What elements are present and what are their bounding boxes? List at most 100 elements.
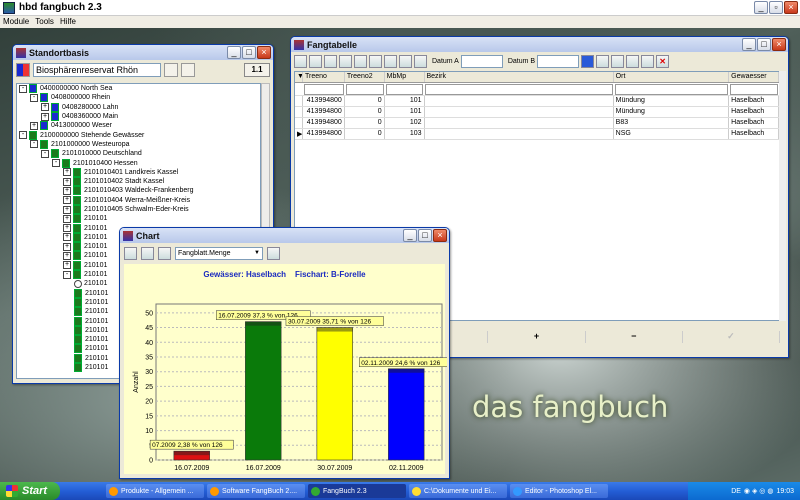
excel-icon[interactable] <box>611 54 625 68</box>
table-cell[interactable]: 413994800 <box>303 96 345 106</box>
collapse-icon[interactable]: - <box>63 270 71 279</box>
table-cell[interactable]: 413994800 <box>303 118 345 128</box>
expand-icon[interactable]: + <box>63 186 71 195</box>
expand-icon[interactable]: + <box>63 251 71 260</box>
import-icon[interactable] <box>339 54 352 68</box>
report-icon[interactable] <box>354 54 367 68</box>
col-header[interactable]: Bezirk <box>425 72 614 82</box>
taskbar-item[interactable]: C:\Dokumente und Ei... <box>409 484 507 498</box>
expand-icon[interactable]: + <box>63 261 71 270</box>
nav-post[interactable]: ✓ <box>683 331 781 343</box>
chart-field-select[interactable]: Fangblatt.Menge ▼ <box>175 246 263 260</box>
col-header[interactable]: Gewaesser <box>729 72 779 82</box>
print-icon[interactable] <box>141 246 154 260</box>
table-cell[interactable] <box>425 96 614 106</box>
col-header[interactable]: Treeno2 <box>345 72 385 82</box>
restore-button[interactable]: ▫ <box>769 1 783 14</box>
expand-icon[interactable]: + <box>30 121 38 130</box>
table-cell[interactable]: 413994800 <box>303 107 345 117</box>
taskbar-item[interactable]: Editor - Photoshop El... <box>510 484 608 498</box>
expand-icon[interactable]: + <box>63 224 71 233</box>
filter-cell[interactable] <box>730 84 778 95</box>
minimize-button[interactable]: _ <box>227 46 241 59</box>
expand-icon[interactable]: + <box>63 233 71 242</box>
collapse-icon[interactable]: - <box>52 159 60 168</box>
close-button[interactable]: × <box>433 229 447 242</box>
menu-module[interactable]: Module <box>0 16 32 28</box>
table-cell[interactable]: 101 <box>385 107 425 117</box>
minimize-button[interactable]: _ <box>754 1 768 14</box>
start-button[interactable]: Start <box>0 482 60 500</box>
table-row[interactable]: ▶ 413994800 0 103 NSG Haselbach <box>295 129 779 140</box>
collapse-icon[interactable]: - <box>30 93 38 102</box>
table-cell[interactable]: Mündung <box>614 107 730 117</box>
expand-icon[interactable]: + <box>63 214 71 223</box>
print-preview-icon[interactable] <box>384 54 397 68</box>
copy-icon[interactable] <box>124 246 137 260</box>
filter-cell[interactable] <box>345 84 384 95</box>
filter-cell[interactable] <box>303 84 344 95</box>
table-cell[interactable]: 413994800 <box>303 129 345 139</box>
maximize-button[interactable]: □ <box>242 46 256 59</box>
collapse-icon[interactable]: - <box>41 149 49 158</box>
filter-icon[interactable] <box>581 54 595 68</box>
filter-cell[interactable] <box>614 84 729 95</box>
edit-icon[interactable] <box>164 63 178 77</box>
save-icon[interactable] <box>309 54 322 68</box>
chart-titlebar[interactable]: Chart _ □ × <box>120 228 449 243</box>
datum-a-input[interactable] <box>460 54 503 68</box>
maximize-button[interactable]: □ <box>418 229 432 242</box>
expand-icon[interactable]: + <box>63 177 71 186</box>
print-icon[interactable] <box>596 54 610 68</box>
table-cell[interactable]: Haselbach <box>729 107 779 117</box>
expand-icon[interactable]: + <box>63 168 71 177</box>
taskbar-item[interactable]: FangBuch 2.3 <box>308 484 406 498</box>
fangtabelle-titlebar[interactable]: Fangtabelle _ □ × <box>291 37 788 52</box>
move-up-icon[interactable] <box>641 54 655 68</box>
table-cell[interactable]: 0 <box>345 96 385 106</box>
minimize-button[interactable]: _ <box>742 38 756 51</box>
filter-cell[interactable] <box>385 84 424 95</box>
col-header[interactable]: Treeno <box>303 72 345 82</box>
menu-tools[interactable]: Tools <box>32 16 57 28</box>
expand-icon[interactable]: + <box>63 242 71 251</box>
region-icon[interactable] <box>16 63 30 77</box>
collapse-icon[interactable]: - <box>19 131 27 140</box>
table-cell[interactable]: Mündung <box>614 96 730 106</box>
expand-icon[interactable]: + <box>63 196 71 205</box>
table-cell[interactable] <box>425 107 614 117</box>
fish-icon[interactable] <box>369 54 382 68</box>
tree-node[interactable]: +0408360000 Main <box>17 112 260 122</box>
collapse-icon[interactable]: - <box>30 140 38 149</box>
version-button[interactable]: 1.1 <box>244 63 270 77</box>
export-icon[interactable] <box>324 54 337 68</box>
nav-delete[interactable]: − <box>586 331 683 343</box>
table-cell[interactable]: 103 <box>385 129 425 139</box>
tree-node[interactable]: - 0408000000 Rhein <box>17 93 260 103</box>
tree-node[interactable]: +0408280000 Lahn <box>17 102 260 112</box>
table-row[interactable]: 413994800 0 101 Mündung Haselbach <box>295 107 779 118</box>
nav-add[interactable]: + <box>488 331 586 343</box>
datum-b-input[interactable] <box>537 54 580 68</box>
col-header[interactable]: Ort <box>614 72 730 82</box>
calc-icon[interactable] <box>399 54 412 68</box>
table-row[interactable]: 413994800 0 102 B83 Haselbach <box>295 118 779 129</box>
tree-node[interactable]: +2101010405 Schwalm-Eder-Kreis <box>17 205 260 214</box>
grid-scrollbar[interactable] <box>779 71 786 321</box>
expand-icon[interactable]: + <box>63 205 71 214</box>
table-cell[interactable]: Haselbach <box>729 118 779 128</box>
close-button[interactable]: × <box>784 1 798 14</box>
tree-node[interactable]: +2101010402 Stadt Kassel <box>17 177 260 187</box>
tree-node[interactable]: +2101010403 Waldeck-Frankenberg <box>17 186 260 196</box>
binoculars-icon[interactable] <box>414 54 427 68</box>
standort-select[interactable]: Biosphärenreservat Rhön <box>33 63 161 77</box>
table-cell[interactable]: 0 <box>345 129 385 139</box>
table-row[interactable]: 413994800 0 101 Mündung Haselbach <box>295 96 779 107</box>
maximize-button[interactable]: □ <box>757 38 771 51</box>
tree-node[interactable]: - 2101010000 Deutschland <box>17 149 260 159</box>
table-cell[interactable]: Haselbach <box>729 129 779 139</box>
chart-type-icon[interactable] <box>267 246 280 260</box>
collapse-icon[interactable]: - <box>19 84 27 93</box>
record-icon[interactable] <box>294 54 307 68</box>
tree-node[interactable]: - 0400000000 North Sea <box>17 84 260 94</box>
